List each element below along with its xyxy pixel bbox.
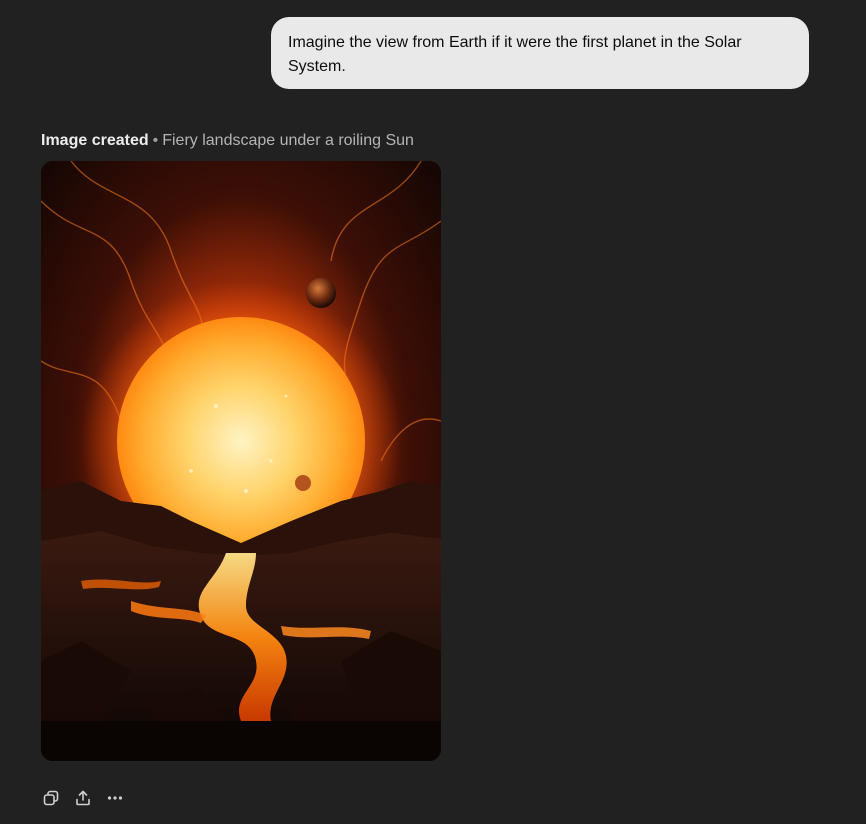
- image-title: Fiery landscape under a roiling Sun: [162, 132, 414, 149]
- share-icon: [76, 790, 90, 806]
- message-actions: [36, 783, 130, 813]
- more-options-button[interactable]: [100, 783, 130, 813]
- copy-icon: [43, 790, 59, 806]
- more-options-icon: [107, 796, 123, 800]
- image-caption: Image created • Fiery landscape under a ro…: [41, 131, 414, 151]
- user-message-bubble: Imagine the view from Earth if it were t…: [271, 17, 809, 89]
- chat-page: Imagine the view from Earth if it were t…: [0, 0, 866, 824]
- user-message-text: Imagine the view from Earth if it were t…: [288, 34, 742, 75]
- share-button[interactable]: [68, 783, 98, 813]
- generated-image[interactable]: [41, 161, 441, 761]
- image-status-label: Image created: [41, 132, 149, 149]
- copy-button[interactable]: [36, 783, 66, 813]
- caption-separator: •: [152, 132, 159, 149]
- fiery-landscape-illustration: [41, 161, 441, 761]
